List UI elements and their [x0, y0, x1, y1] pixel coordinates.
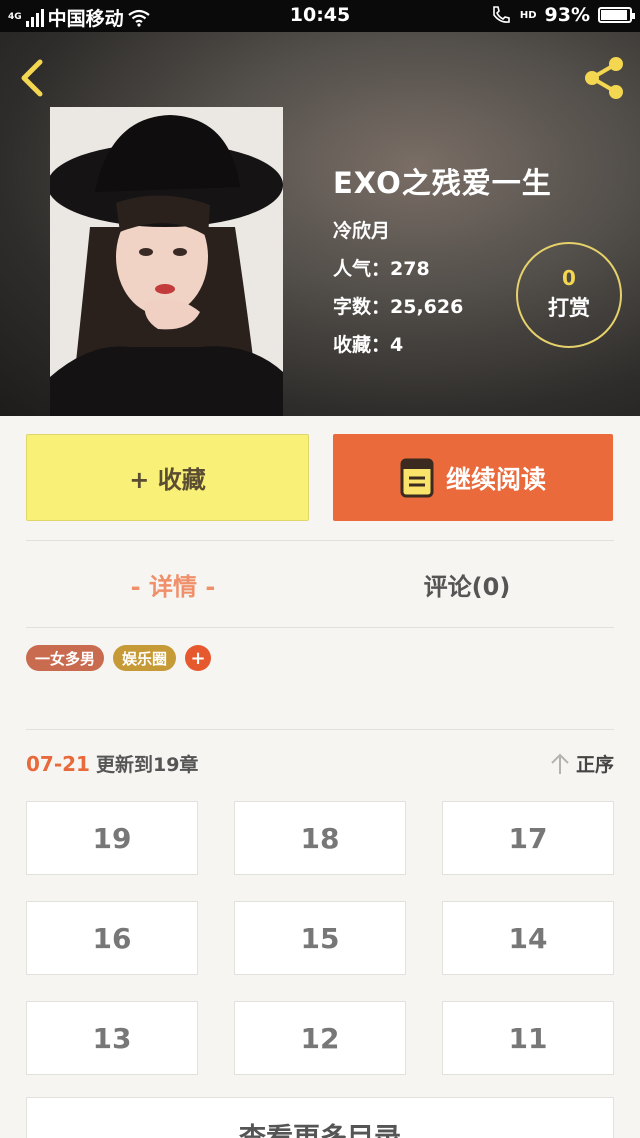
tab-details[interactable]: - 详情 - [26, 562, 320, 606]
chapter-button[interactable]: 17 [442, 801, 614, 875]
share-icon[interactable] [580, 54, 628, 102]
status-bar: 4G 中国移动 10:45 HD 93% [0, 0, 640, 32]
chapter-button[interactable]: 13 [26, 1001, 198, 1075]
chapter-button[interactable]: 18 [234, 801, 406, 875]
update-text: 更新到19章 [95, 754, 199, 776]
chapter-button[interactable]: 19 [26, 801, 198, 875]
book-cover-image[interactable] [50, 107, 283, 416]
chapter-button[interactable]: 14 [442, 901, 614, 975]
tag-list: 一女多男 娱乐圈 + [26, 645, 212, 671]
book-icon [400, 458, 434, 497]
arrow-up-icon [551, 753, 569, 774]
more-chapters-label: 查看更多目录 [239, 1116, 401, 1138]
book-author[interactable]: 冷欣月 [333, 216, 552, 243]
phone-hd-icon [493, 6, 510, 23]
tab-comments[interactable]: 评论(0) [320, 562, 614, 606]
battery-icon [598, 7, 635, 23]
book-favorites: 收藏：4 [333, 334, 404, 356]
tip-label: 打赏 [548, 296, 590, 320]
continue-reading-button[interactable]: 继续阅读 [333, 434, 613, 521]
collect-button[interactable]: + 收藏 [26, 434, 309, 521]
add-tag-button[interactable]: + [185, 645, 212, 671]
divider [26, 729, 614, 730]
sort-button[interactable]: 正序 [550, 750, 614, 777]
book-header: EXO之残爱一生 冷欣月 人气：278 字数：25,626 收藏：4 0 打赏 [0, 32, 640, 416]
chapter-button[interactable]: 15 [234, 901, 406, 975]
tag-chip[interactable]: 一女多男 [26, 645, 105, 671]
chapter-grid: 19 18 17 16 15 14 13 12 11 [26, 801, 614, 1075]
battery-percent: 93% [544, 4, 590, 26]
hd-badge: HD [519, 9, 537, 21]
book-title: EXO之残爱一生 [333, 166, 552, 200]
chapter-button[interactable]: 11 [442, 1001, 614, 1075]
divider [26, 627, 614, 628]
more-chapters-button[interactable]: 查看更多目录 [26, 1097, 614, 1138]
update-info: 07-21 更新到19章 [26, 750, 198, 777]
chevron-left-icon[interactable] [14, 56, 54, 100]
tag-chip[interactable]: 娱乐圈 [113, 645, 177, 671]
chapter-button[interactable]: 12 [234, 1001, 406, 1075]
update-date: 07-21 [26, 752, 90, 776]
continue-reading-label: 继续阅读 [445, 464, 546, 494]
divider [26, 540, 614, 541]
sort-label: 正序 [575, 754, 614, 776]
chapter-button[interactable]: 16 [26, 901, 198, 975]
tip-button[interactable]: 0 打赏 [516, 242, 622, 348]
tip-count: 0 [562, 266, 576, 290]
